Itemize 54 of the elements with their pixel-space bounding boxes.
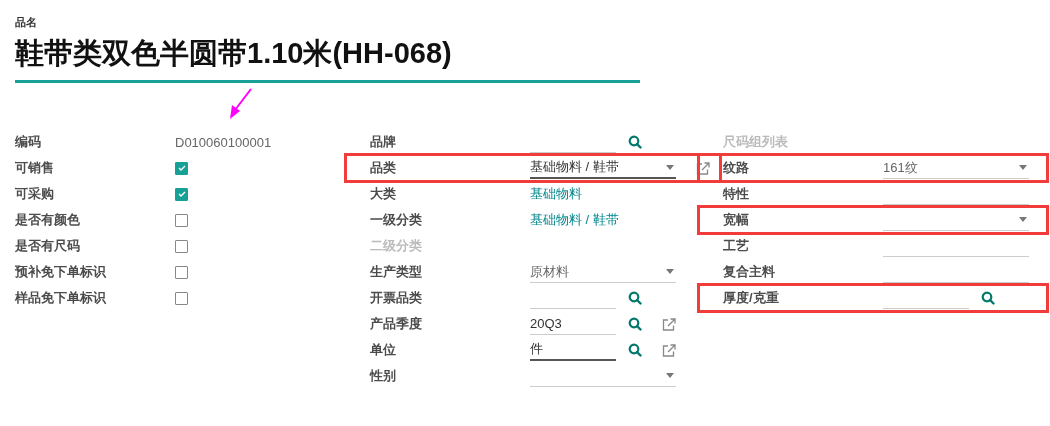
search-icon[interactable] <box>628 135 642 149</box>
field-label: 品名 <box>15 15 37 30</box>
field-label: 大类 <box>370 185 397 203</box>
field-label: 编码 <box>15 133 42 151</box>
search-icon[interactable] <box>628 343 642 357</box>
field-label: 品类 <box>370 159 397 177</box>
checkbox[interactable] <box>175 291 188 305</box>
search-icon[interactable] <box>981 291 995 305</box>
field-label: 可采购 <box>15 185 55 203</box>
field-label: 性别 <box>370 367 397 385</box>
field-label: 可销售 <box>15 159 55 177</box>
field-label: 二级分类 <box>370 237 423 255</box>
field-label: 开票品类 <box>370 289 423 307</box>
field-label: 预补免下单标识 <box>15 263 107 281</box>
checkbox[interactable] <box>175 187 188 201</box>
checkbox[interactable] <box>175 239 188 253</box>
input-field[interactable]: 件 <box>530 339 616 361</box>
checkbox[interactable] <box>175 213 188 227</box>
field-label: 产品季度 <box>370 315 423 333</box>
field-label: 是否有尺码 <box>15 237 81 255</box>
search-icon[interactable] <box>628 291 642 305</box>
field-label: 单位 <box>370 341 397 359</box>
field-label: 一级分类 <box>370 211 423 229</box>
field-link[interactable]: 基础物料 / 鞋带 <box>530 211 619 229</box>
check-icon <box>177 191 186 197</box>
field-label: 厚度/克重 <box>723 289 780 307</box>
field-label: 复合主料 <box>723 263 776 281</box>
field-label: 尺码组列表 <box>723 133 789 151</box>
dropdown-field[interactable]: 原材料 <box>530 261 676 283</box>
checkbox[interactable] <box>175 161 188 175</box>
external-link-icon[interactable] <box>662 317 676 331</box>
field-label: 宽幅 <box>723 211 750 229</box>
check-icon <box>177 165 186 171</box>
input-field[interactable]: 20Q3 <box>530 313 616 335</box>
caret-icon[interactable] <box>666 269 674 274</box>
field-label: 特性 <box>723 185 750 203</box>
search-icon[interactable] <box>628 317 642 331</box>
caret-icon[interactable] <box>666 164 674 170</box>
caret-icon[interactable] <box>1019 217 1027 222</box>
caret-icon[interactable] <box>666 373 674 378</box>
field-link[interactable]: 基础物料 <box>530 185 582 203</box>
field-label: 生产类型 <box>370 263 423 281</box>
field-label: 品牌 <box>370 133 397 151</box>
field-value: D010060100001 <box>175 134 272 150</box>
field-label: 是否有颜色 <box>15 211 81 229</box>
product-name-field[interactable]: 鞋带类双色半圆带1.10米(HH-068) <box>15 30 640 83</box>
dropdown-field[interactable]: 基础物料 / 鞋带 <box>530 157 676 179</box>
field-label: 样品免下单标识 <box>15 289 107 307</box>
dropdown-field[interactable]: 161纹 <box>883 157 1029 179</box>
field-label: 工艺 <box>723 237 750 255</box>
field-label: 纹路 <box>723 159 750 177</box>
checkbox[interactable] <box>175 265 188 279</box>
caret-icon[interactable] <box>1019 165 1027 170</box>
external-link-icon[interactable] <box>662 343 676 357</box>
